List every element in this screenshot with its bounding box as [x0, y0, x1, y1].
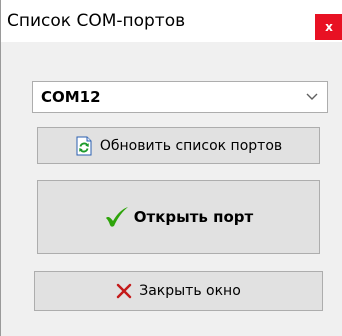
window-title: Список COM-портов: [7, 11, 186, 31]
com-port-list-window: Список COM-портов x COM12 Обновить списо…: [0, 0, 342, 336]
chevron-down-icon: [306, 93, 318, 100]
refresh-icon: [76, 136, 92, 155]
checkmark-icon: [105, 207, 128, 227]
com-port-select-value: COM12: [41, 88, 101, 106]
refresh-ports-label: Обновить список портов: [99, 137, 283, 154]
close-window-button[interactable]: Закрыть окно: [34, 271, 323, 311]
com-port-select[interactable]: COM12: [32, 81, 328, 113]
cross-icon: [117, 283, 132, 299]
refresh-ports-button[interactable]: Обновить список портов: [37, 127, 320, 164]
close-window-x-button[interactable]: x: [315, 14, 342, 40]
open-port-label: Открыть порт: [133, 208, 254, 226]
open-port-button[interactable]: Открыть порт: [37, 180, 320, 254]
close-window-label: Закрыть окно: [139, 283, 241, 299]
title-bar: Список COM-портов x: [1, 0, 342, 42]
